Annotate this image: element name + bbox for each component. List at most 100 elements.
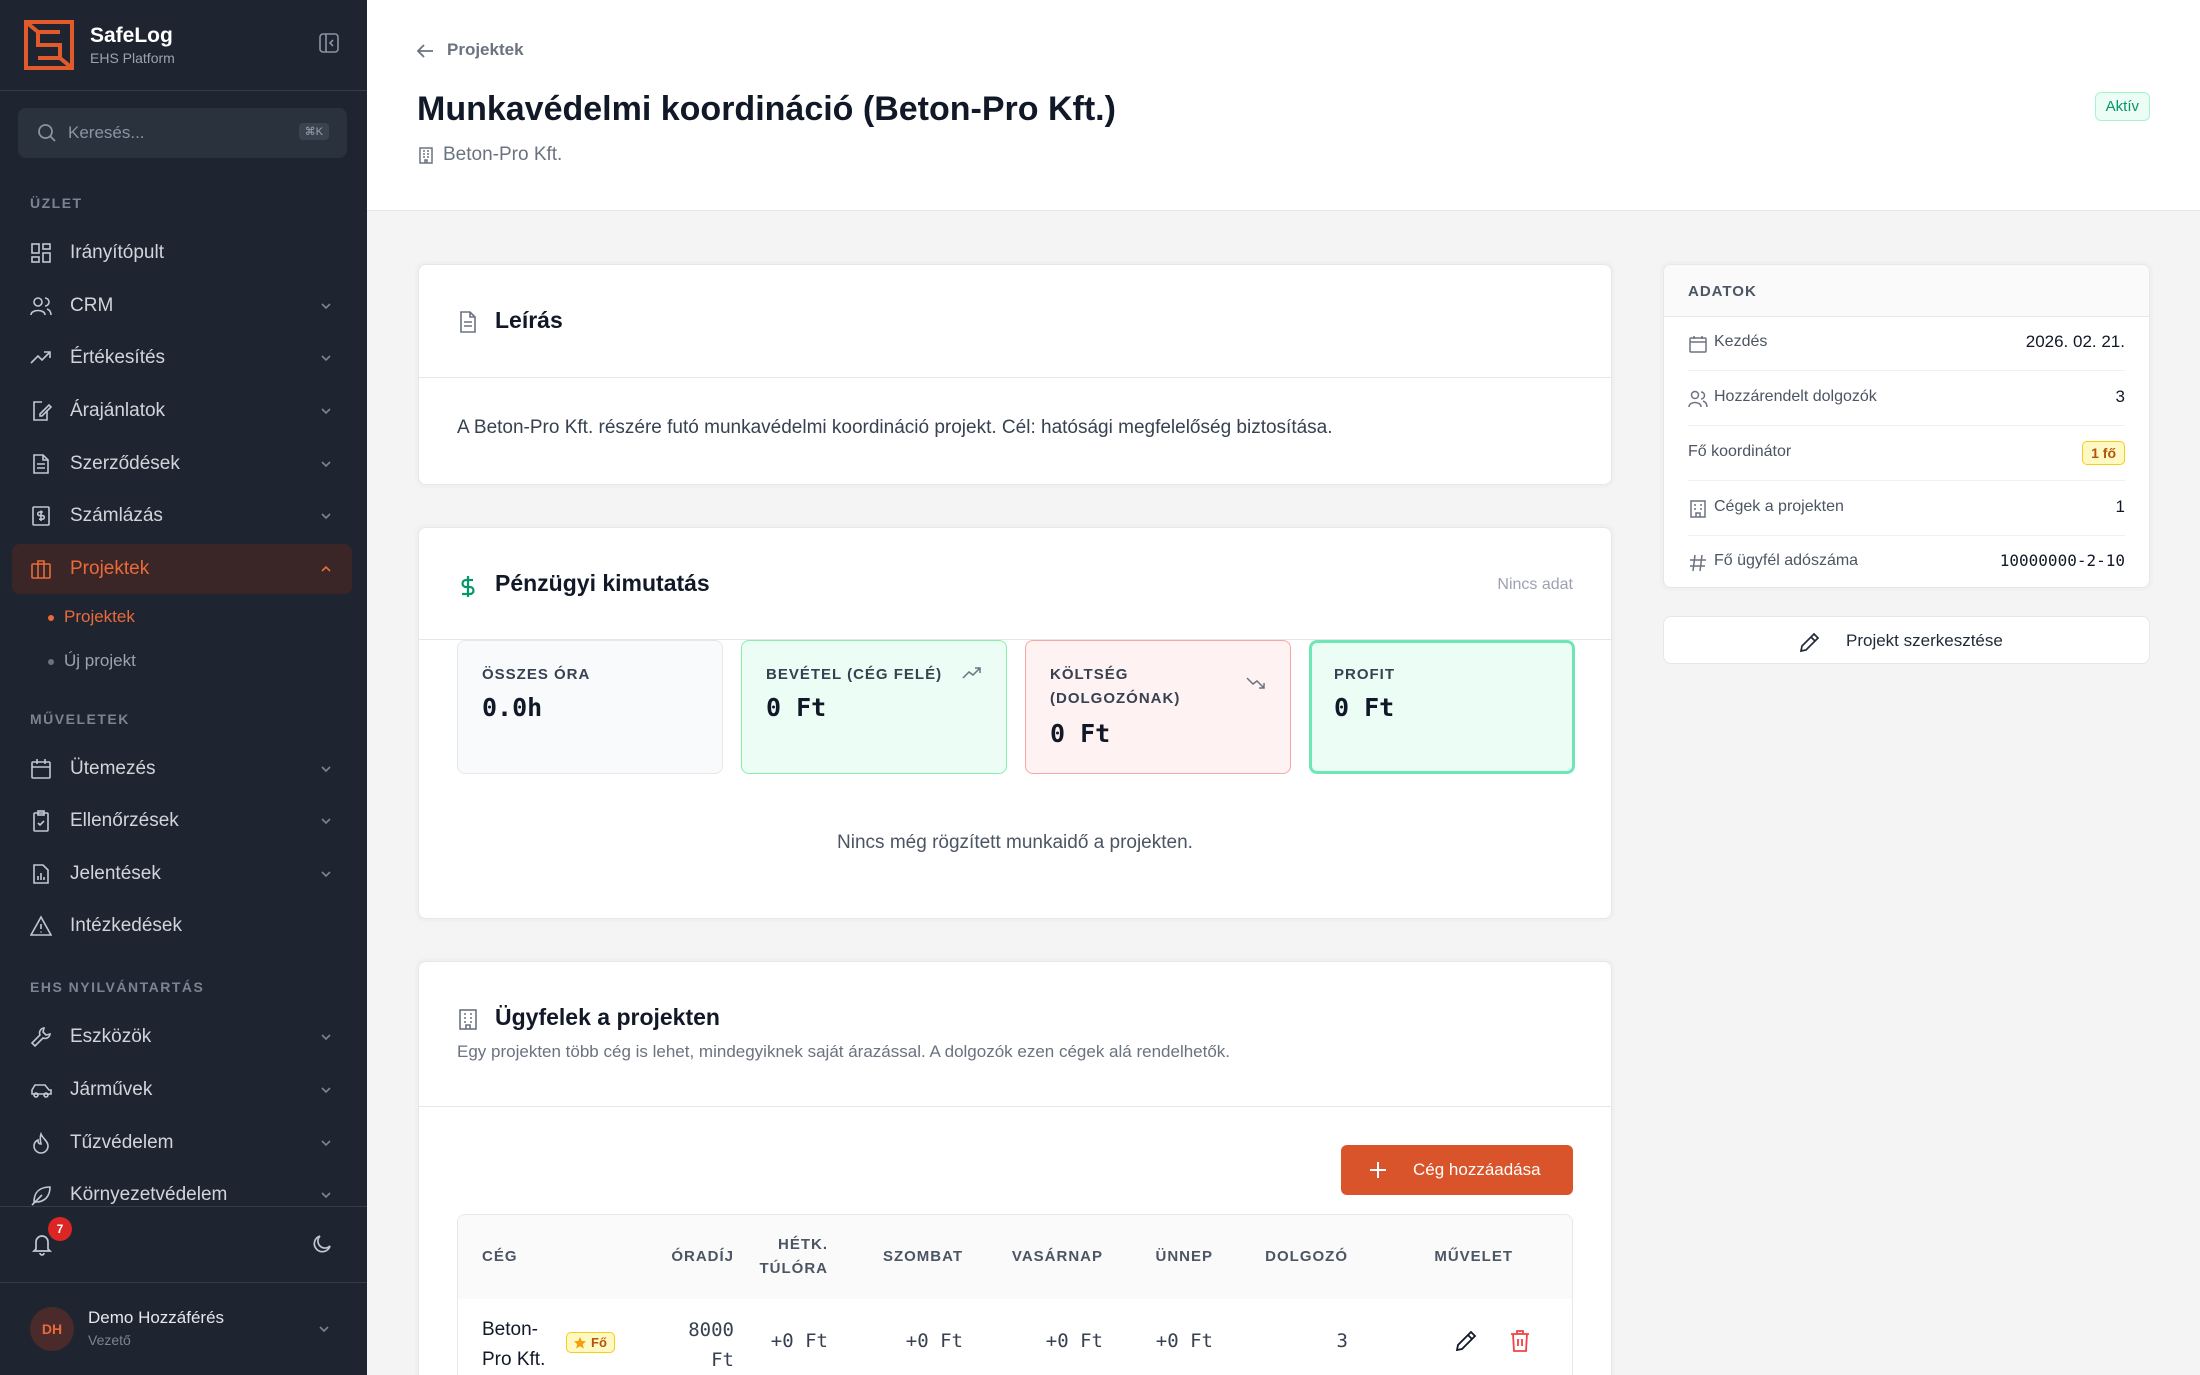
- sidebar-item-label: Eszközök: [70, 1026, 152, 1047]
- brand[interactable]: SafeLog EHS Platform: [24, 18, 344, 74]
- chevron-down-icon: [321, 513, 331, 520]
- trash-icon[interactable]: [1508, 1328, 1532, 1354]
- primary-badge-label: Fő: [591, 1335, 607, 1350]
- sidebar-item-szerzodesek[interactable]: Szerződések: [12, 439, 352, 489]
- client-company: Beton-Pro Kft.: [482, 1319, 546, 1370]
- sidebar-subitem-uj-projekt[interactable]: Új projekt: [48, 651, 136, 671]
- sidebar-subitem-projektek[interactable]: Projektek: [48, 607, 135, 627]
- user-name[interactable]: Demo Hozzáférés: [88, 1308, 224, 1328]
- client-rate: 8000 Ft: [688, 1319, 734, 1371]
- back-link[interactable]: Projektek: [416, 40, 524, 60]
- sidebar-item-label: CRM: [70, 295, 114, 316]
- finance-empty-state: Nincs még rögzített munkaidő a projekten…: [837, 832, 1193, 853]
- clients-title: Ügyfelek a projekten: [495, 1004, 720, 1030]
- section-title-muveletek: MŰVELETEK: [30, 711, 130, 727]
- sidebar-item-jelentesek[interactable]: Jelentések: [12, 849, 352, 899]
- stat-value: 0 Ft: [766, 693, 827, 722]
- primary-badge: Fő: [566, 1332, 615, 1353]
- sidebar-divider: [0, 1282, 367, 1283]
- chevron-down-icon: [321, 766, 331, 773]
- building-icon: [459, 1009, 477, 1030]
- edit-project-button[interactable]: Projekt szerkesztése: [1663, 616, 2150, 664]
- chevron-down-icon: [321, 1034, 331, 1041]
- trending-up-icon: [962, 667, 981, 679]
- wrench-icon: [30, 1027, 51, 1048]
- sidebar-item-label: Szerződések: [70, 453, 180, 474]
- chevron-down-icon[interactable]: [318, 1323, 330, 1335]
- avatar[interactable]: DH: [30, 1307, 74, 1351]
- sidebar-item-eszkozok[interactable]: Eszközök: [12, 1012, 352, 1062]
- add-company-button[interactable]: Cég hozzáadása: [1341, 1145, 1573, 1195]
- safelog-logo-icon: [24, 20, 74, 70]
- details-title: ADATOK: [1688, 283, 1757, 300]
- detail-row-tax-number: Fő ügyfél adószáma 10000000-2-10: [1688, 536, 2125, 590]
- sidebar-item-label: Járművek: [70, 1079, 153, 1100]
- users-icon: [1688, 390, 1708, 408]
- invoice-icon: [32, 506, 50, 526]
- sidebar-item-intezkedesek[interactable]: Intézkedések: [12, 901, 352, 951]
- brand-subtitle: EHS Platform: [90, 50, 175, 66]
- sidebar-item-ertekesites[interactable]: Értékesítés: [12, 333, 352, 383]
- clients-title-row: Ügyfelek a projekten: [457, 1004, 720, 1031]
- chevron-down-icon: [321, 1192, 331, 1199]
- detail-value: 1: [2115, 497, 2125, 516]
- sidebar-item-label: Számlázás: [70, 505, 163, 526]
- arrow-left-icon: [416, 44, 433, 58]
- details-header: ADATOK: [1664, 265, 2149, 317]
- notification-badge: 7: [48, 1217, 72, 1241]
- detail-value: 2026. 02. 21.: [2025, 332, 2125, 351]
- sidebar-item-arajanlatok[interactable]: Árajánlatok: [12, 386, 352, 436]
- sidebar-divider: [0, 1207, 367, 1208]
- bullet-icon: [48, 615, 54, 621]
- sidebar-item-crm[interactable]: CRM: [12, 281, 352, 331]
- stat-value: 0.0h: [482, 693, 543, 722]
- sidebar-item-kornyezetvedelem[interactable]: Környezetvédelem: [12, 1170, 352, 1220]
- add-company-label: Cég hozzáadása: [1413, 1160, 1541, 1179]
- back-link-label: Projektek: [447, 40, 524, 59]
- detail-row-coordinator: Fő koordinátor 1 fő: [1688, 427, 2125, 481]
- chevron-down-icon: [321, 355, 331, 362]
- stat-label: KÖLTSÉG (DOLGOZÓNAK): [1050, 666, 1181, 707]
- stat-total-hours: ÖSSZES ÓRA 0.0h: [457, 640, 723, 774]
- search-input[interactable]: [68, 118, 268, 148]
- collapse-sidebar-icon[interactable]: [318, 32, 340, 54]
- moon-icon[interactable]: [310, 1232, 334, 1256]
- sidebar-item-iranyitopult[interactable]: Irányítópult: [12, 228, 352, 278]
- sidebar-item-label: Intézkedések: [70, 915, 182, 936]
- sidebar-item-label: Projektek: [70, 558, 150, 579]
- flame-icon: [33, 1132, 49, 1154]
- sidebar: SafeLog EHS Platform ⌘K ÜZLET Irányítópu…: [0, 0, 367, 1375]
- description-title: Leírás: [495, 307, 563, 333]
- sidebar-item-szamlazas[interactable]: Számlázás: [12, 491, 352, 541]
- project-company-name: Beton-Pro Kft.: [443, 144, 563, 165]
- search-box[interactable]: ⌘K: [18, 108, 347, 158]
- pencil-icon[interactable]: [1453, 1328, 1479, 1354]
- client-holiday: +0 Ft: [1155, 1330, 1213, 1352]
- user-role: Vezető: [88, 1332, 131, 1348]
- search-icon: [38, 124, 56, 142]
- detail-row-workers: Hozzárendelt dolgozók 3: [1688, 372, 2125, 426]
- stat-value: 0 Ft: [1334, 693, 1395, 722]
- client-saturday: +0 Ft: [905, 1330, 963, 1352]
- sidebar-item-tuzvedelem[interactable]: Tűzvédelem: [12, 1118, 352, 1168]
- warning-icon: [30, 915, 52, 936]
- client-workers: 3: [1336, 1330, 1348, 1352]
- report-icon: [33, 864, 49, 884]
- finance-stats: ÖSSZES ÓRA 0.0h BEVÉTEL (CÉG FELÉ) 0 Ft …: [457, 640, 1575, 774]
- divider: [419, 377, 1611, 378]
- page-title: Munkavédelmi koordináció (Beton-Pro Kft.…: [417, 90, 1116, 128]
- page-header: Projektek Munkavédelmi koordináció (Beto…: [367, 0, 2200, 211]
- sidebar-item-utemezes[interactable]: Ütemezés: [12, 744, 352, 794]
- sidebar-item-label: Ütemezés: [70, 758, 156, 779]
- building-icon: [1690, 500, 1706, 518]
- sidebar-item-projektek[interactable]: Projektek: [12, 544, 352, 594]
- sidebar-item-jarmuvek[interactable]: Járművek: [12, 1065, 352, 1115]
- description-title-row: Leírás: [457, 307, 563, 334]
- chevron-down-icon: [321, 1087, 331, 1094]
- stat-revenue: BEVÉTEL (CÉG FELÉ) 0 Ft: [741, 640, 1007, 774]
- finance-no-data: Nincs adat: [1497, 576, 1573, 593]
- detail-key: Fő ügyfél adószáma: [1714, 552, 1859, 569]
- trend-icon: [30, 351, 51, 364]
- sidebar-item-ellenorzesek[interactable]: Ellenőrzések: [12, 796, 352, 846]
- chevron-down-icon: [321, 1140, 331, 1147]
